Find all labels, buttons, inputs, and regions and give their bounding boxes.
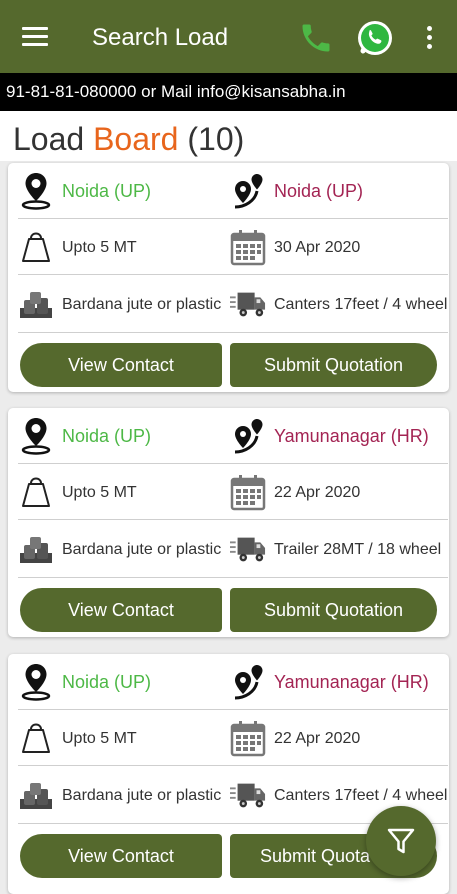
route-icon [230,171,266,211]
weight-bag-icon [18,718,54,758]
vehicle: Canters 17feet / 4 wheel [230,275,448,333]
from-location: Noida (UP) [18,408,230,464]
material-vehicle-row: Bardana jute or plastic Trailer 28MT / 1… [18,520,448,578]
weight: Upto 5 MT [18,219,230,275]
location-pin-icon [18,416,54,456]
sacks-icon [18,775,54,815]
location-pin-icon [18,662,54,702]
truck-icon [230,775,266,815]
vehicle-text: Trailer 28MT / 18 wheel [274,540,442,558]
to-text: Yamunanagar (HR) [274,671,429,692]
date: 22 Apr 2020 [230,464,448,520]
weight-text: Upto 5 MT [62,729,137,747]
weight: Upto 5 MT [18,464,230,520]
whatsapp-icon[interactable] [355,18,395,58]
view-contact-button[interactable]: View Contact [20,588,222,632]
material-vehicle-row: Bardana jute or plastic Canters 17feet /… [18,275,448,333]
filter-icon [387,828,415,854]
submit-quotation-button[interactable]: Submit Quotation [230,588,437,632]
sacks-icon [18,529,54,569]
date: 22 Apr 2020 [230,710,448,766]
phone-icon[interactable] [298,20,334,56]
board-header: Load Board (10) [0,111,457,161]
weight-date-row: Upto 5 MT 22 Apr 2020 [18,464,448,520]
weight-bag-icon [18,227,54,267]
weight: Upto 5 MT [18,710,230,766]
route-icon [230,416,266,456]
to-text: Yamunanagar (HR) [274,425,429,446]
board-title: Load Board (10) [13,121,244,158]
route-row: Noida (UP) Yamunanagar (HR) [18,408,448,464]
calendar-icon [230,227,266,267]
date-text: 30 Apr 2020 [274,238,361,256]
truck-icon [230,529,266,569]
view-contact-button[interactable]: View Contact [20,343,222,387]
route-row: Noida (UP) Noida (UP) [18,163,448,219]
to-text: Noida (UP) [274,180,364,201]
date-text: 22 Apr 2020 [274,729,361,747]
weight-date-row: Upto 5 MT 30 Apr 2020 [18,219,448,275]
from-text: Noida (UP) [62,671,152,692]
to-location: Yamunanagar (HR) [230,408,448,464]
more-vert-icon[interactable] [424,26,434,50]
sacks-icon [18,284,54,324]
vehicle-text: Canters 17feet / 4 wheel [274,295,448,313]
route-row: Noida (UP) Yamunanagar (HR) [18,654,448,710]
calendar-icon [230,718,266,758]
vehicle-text: Canters 17feet / 4 wheel [274,786,448,804]
weight-bag-icon [18,472,54,512]
board-title-part2: Board [93,121,179,157]
page-title: Search Load [92,24,229,51]
from-location: Noida (UP) [18,163,230,219]
route-icon [230,662,266,702]
calendar-icon [230,472,266,512]
contact-ticker: 91-81-81-080000 or Mail info@kisansabha.… [0,73,457,111]
board-count: (10) [187,121,245,157]
material: Bardana jute or plastic [18,275,230,333]
load-card: Noida (UP) Yamunanagar (HR) Upto 5 MT 22… [8,408,449,637]
location-pin-icon [18,171,54,211]
app-bar: Search Load [0,0,457,73]
to-location: Yamunanagar (HR) [230,654,448,710]
board-title-part1: Load [13,121,85,157]
weight-text: Upto 5 MT [62,238,137,256]
weight-text: Upto 5 MT [62,483,137,501]
from-text: Noida (UP) [62,425,152,446]
from-text: Noida (UP) [62,180,152,201]
truck-icon [230,284,266,324]
vehicle: Trailer 28MT / 18 wheel [230,520,448,578]
date-text: 22 Apr 2020 [274,483,361,501]
date: 30 Apr 2020 [230,219,448,275]
filter-fab[interactable] [366,806,436,876]
submit-quotation-button[interactable]: Submit Quotation [230,343,437,387]
material-text: Bardana jute or plastic [62,295,222,313]
material-text: Bardana jute or plastic [62,540,222,558]
from-location: Noida (UP) [18,654,230,710]
material: Bardana jute or plastic [18,766,230,824]
view-contact-button[interactable]: View Contact [20,834,222,878]
to-location: Noida (UP) [230,163,448,219]
weight-date-row: Upto 5 MT 22 Apr 2020 [18,710,448,766]
material-text: Bardana jute or plastic [62,786,222,804]
material: Bardana jute or plastic [18,520,230,578]
load-card: Noida (UP) Noida (UP) Upto 5 MT 30 Apr 2… [8,163,449,392]
menu-icon[interactable] [22,27,48,47]
